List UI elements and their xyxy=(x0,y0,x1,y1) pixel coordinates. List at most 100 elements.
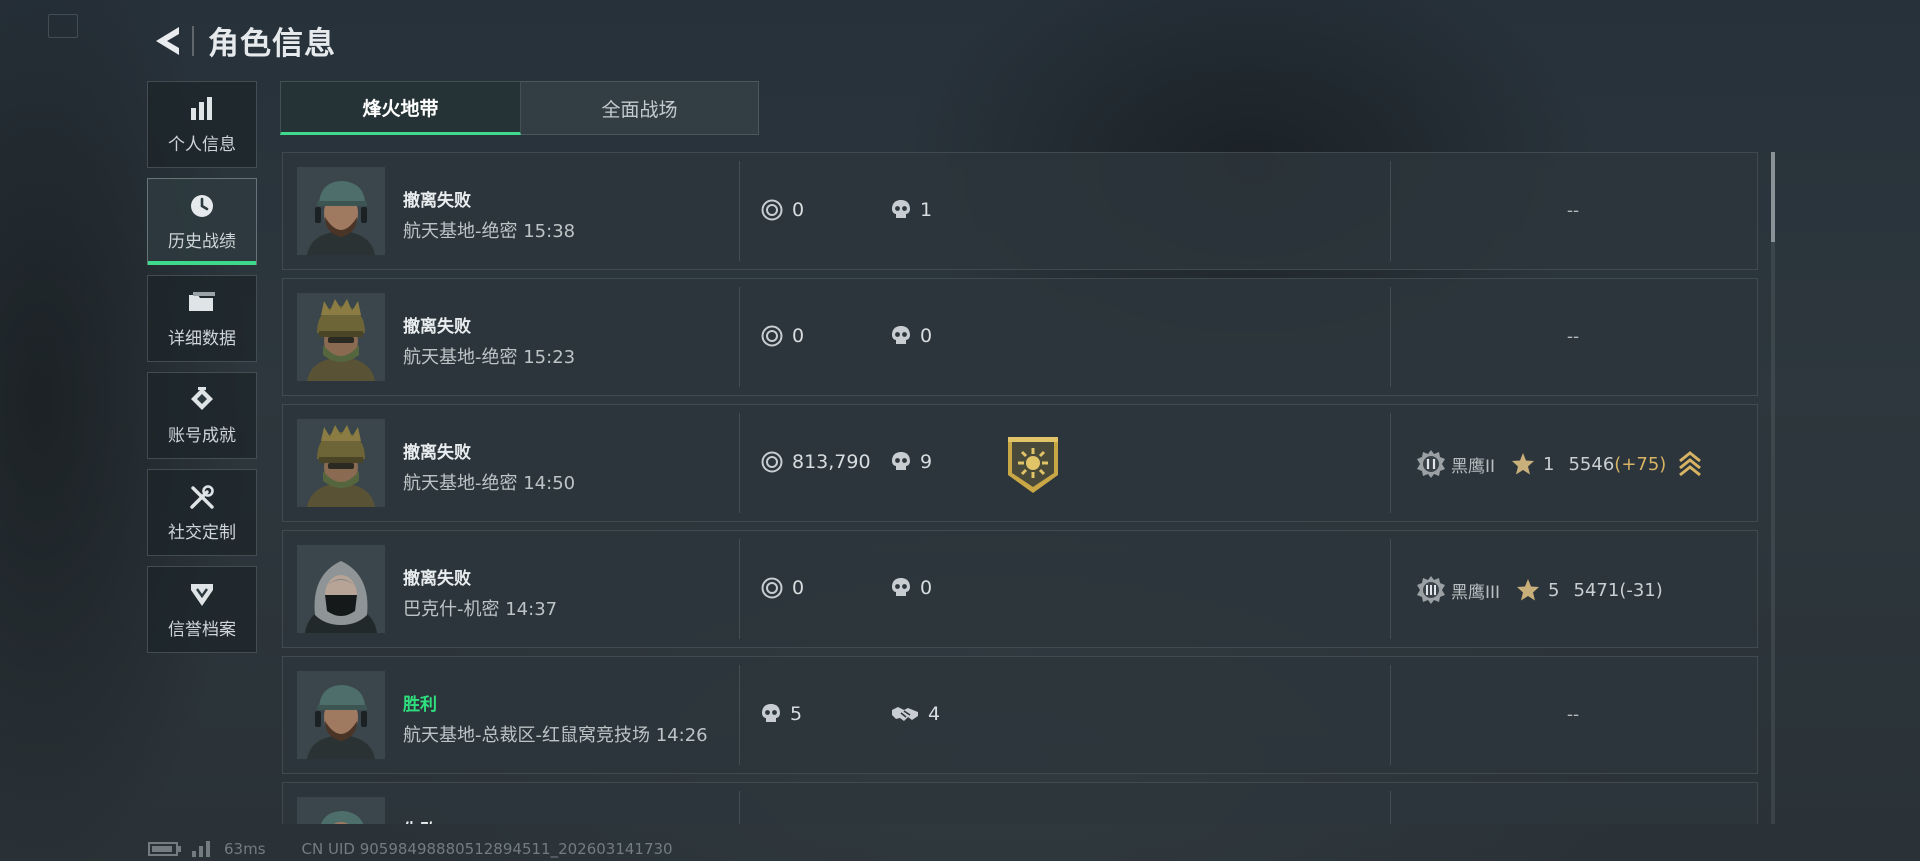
match-row[interactable]: 失败 xyxy=(282,782,1758,824)
skull-icon xyxy=(892,200,910,218)
operator-avatar-beret xyxy=(297,671,385,759)
battery-icon xyxy=(148,842,181,856)
stat-value: 0 xyxy=(920,325,933,347)
match-row[interactable]: 撤离失败 航天基地-绝密 14:50 813,790 9 黑鹰II 1 5546… xyxy=(282,404,1758,522)
stat-kills: 0 xyxy=(891,325,932,347)
match-result: 撤离失败 xyxy=(403,317,471,337)
operator-avatar-beret xyxy=(297,797,385,824)
skull-icon xyxy=(892,452,910,470)
rank-empty: -- xyxy=(1566,705,1580,725)
match-time: 15:23 xyxy=(523,347,576,368)
map-name: 航天基地-绝密 xyxy=(403,221,518,242)
match-history-list[interactable]: 撤离失败 航天基地-绝密 15:38 0 1 -- 撤离失败 航天基地-绝密 1… xyxy=(282,152,1758,824)
tab-full-battlefield[interactable]: 全面战场 xyxy=(521,81,759,135)
column-divider xyxy=(1390,161,1391,261)
skull-icon xyxy=(892,326,910,344)
ping-value: 63ms xyxy=(224,840,266,858)
match-map-time: 巴克什-机密 14:37 xyxy=(403,595,557,621)
rank-info: 黑鹰III 5 5471 (-31) xyxy=(1416,575,1663,605)
column-divider xyxy=(1390,539,1391,639)
match-row[interactable]: 胜利 航天基地-总裁区-红鼠窝竞技场 14:26 5 4 -- xyxy=(282,656,1758,774)
column-divider xyxy=(1390,413,1391,513)
coin-icon xyxy=(761,199,783,221)
rank-emblem-icon xyxy=(1417,576,1445,604)
stat-kills: 0 xyxy=(891,577,932,599)
stat-assists: 4 xyxy=(891,703,940,725)
tab-hazard-zone[interactable]: 烽火地带 xyxy=(280,81,521,135)
sidebar-item-label: 社交定制 xyxy=(168,523,236,543)
match-time: 14:50 xyxy=(523,473,576,494)
stat-value: 4 xyxy=(928,703,941,725)
status-footer: 63ms CN UID 90598498880512894511_2026031… xyxy=(148,840,673,858)
medal-badge-icon[interactable] xyxy=(1005,435,1061,495)
coin-icon xyxy=(761,577,783,599)
column-divider xyxy=(739,413,740,513)
sidebar-item-detailed-data[interactable]: 详细数据 xyxy=(147,275,257,362)
stat-loot-value: 813,790 xyxy=(761,451,871,473)
sidebar-item-social-custom[interactable]: 社交定制 xyxy=(147,469,257,556)
column-divider xyxy=(739,539,740,639)
sidebar-item-label: 账号成就 xyxy=(168,426,236,446)
handshake-icon xyxy=(892,707,918,721)
page-title: 角色信息 xyxy=(208,26,336,62)
rank-score: 5471 xyxy=(1573,579,1620,601)
sidebar-item-match-history[interactable]: 历史战绩 xyxy=(147,178,257,265)
match-map-time: 航天基地-绝密 15:23 xyxy=(403,343,575,369)
match-time: 14:26 xyxy=(655,725,708,746)
score-delta: (-31) xyxy=(1619,579,1663,601)
skull-icon xyxy=(892,578,910,596)
sidebar-item-achievements[interactable]: 账号成就 xyxy=(147,372,257,459)
column-divider xyxy=(1390,791,1391,824)
rank-up-chevron-icon xyxy=(1679,451,1702,477)
window-mode-icon[interactable] xyxy=(48,14,78,38)
stat-value: 9 xyxy=(920,451,933,473)
match-result: 撤离失败 xyxy=(403,191,471,211)
star-icon xyxy=(1517,579,1540,601)
column-divider xyxy=(739,287,740,387)
list-scrollbar[interactable] xyxy=(1771,152,1775,824)
operator-avatar-helmet xyxy=(297,419,385,507)
stat-value: 0 xyxy=(792,325,805,347)
back-button[interactable] xyxy=(150,20,184,62)
sidebar: 个人信息 历史战绩 详细数据 账号成就 社交定制 信誉档案 xyxy=(147,81,257,663)
match-row[interactable]: 撤离失败 航天基地-绝密 15:23 0 0 -- xyxy=(282,278,1758,396)
map-name: 航天基地-绝密 xyxy=(403,347,518,368)
header-divider xyxy=(192,25,194,56)
match-result: 胜利 xyxy=(403,695,437,715)
match-map-time: 航天基地-总裁区-红鼠窝竞技场 14:26 xyxy=(403,721,708,747)
achievement-icon xyxy=(191,387,213,410)
map-name: 航天基地-总裁区-红鼠窝竞技场 xyxy=(403,725,650,746)
sidebar-item-label: 详细数据 xyxy=(168,329,236,349)
sidebar-item-reputation[interactable]: 信誉档案 xyxy=(147,566,257,653)
rank-tier: 黑鹰III xyxy=(1451,582,1501,603)
operator-avatar-beret xyxy=(297,167,385,255)
player-uid: CN UID 90598498880512894511_202603141730 xyxy=(301,840,673,858)
clock-icon xyxy=(191,195,213,217)
column-divider xyxy=(739,791,740,824)
skull-icon xyxy=(762,704,780,722)
match-row[interactable]: 撤离失败 航天基地-绝密 15:38 0 1 -- xyxy=(282,152,1758,270)
scrollbar-thumb[interactable] xyxy=(1771,152,1775,242)
sidebar-item-label: 历史战绩 xyxy=(168,232,236,252)
stat-kills: 9 xyxy=(891,451,932,473)
rank-score: 5546 xyxy=(1568,453,1615,475)
mode-tabs: 烽火地带 全面战场 xyxy=(280,81,759,135)
coin-icon xyxy=(761,451,783,473)
match-time: 14:37 xyxy=(505,599,558,620)
coin-icon xyxy=(761,325,783,347)
tools-icon xyxy=(190,485,214,509)
match-row[interactable]: 撤离失败 巴克什-机密 14:37 0 0 黑鹰III 5 5471 (-31) xyxy=(282,530,1758,648)
match-map-time: 航天基地-绝密 15:38 xyxy=(403,217,575,243)
stat-value: 813,790 xyxy=(792,451,871,473)
rank-emblem-icon xyxy=(1417,450,1445,478)
back-arrow-icon xyxy=(156,26,179,55)
page-header: 角色信息 xyxy=(150,18,336,63)
stat-loot-value: 0 xyxy=(761,199,804,221)
map-name: 航天基地-绝密 xyxy=(403,473,518,494)
column-divider xyxy=(739,161,740,261)
sidebar-item-personal-info[interactable]: 个人信息 xyxy=(147,81,257,168)
match-result: 撤离失败 xyxy=(403,443,471,463)
map-name: 巴克什-机密 xyxy=(403,599,500,620)
stat-value: 0 xyxy=(920,577,933,599)
folder-icon xyxy=(189,292,215,311)
